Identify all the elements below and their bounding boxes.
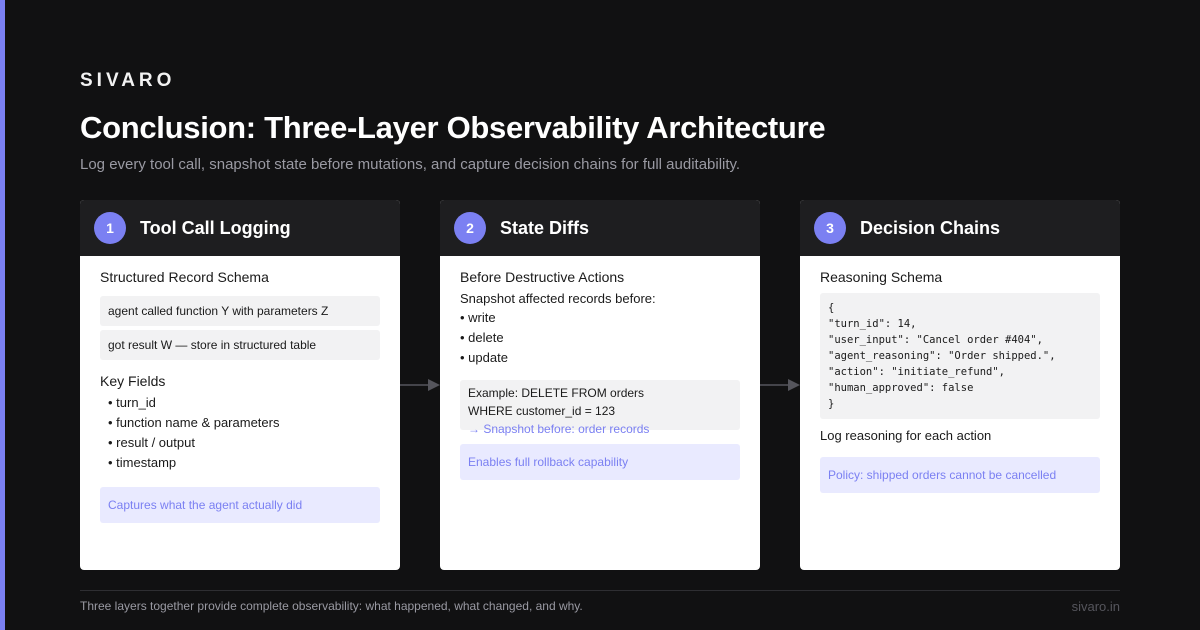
policy-note: Policy: shipped orders cannot be cancell… <box>820 457 1100 493</box>
summary-note: Captures what the agent actually did <box>100 487 380 523</box>
example-line: Example: DELETE FROM orders <box>468 386 645 400</box>
page-subtitle: Log every tool call, snapshot state befo… <box>80 156 741 173</box>
card-title: Decision Chains <box>860 217 1001 238</box>
accent-bar <box>0 0 5 630</box>
record-line: got result W — store in structured table <box>100 330 380 360</box>
list-item: • timestamp <box>108 455 177 470</box>
brand-logo: SIVARO <box>80 70 176 91</box>
card-header: 1 Tool Call Logging <box>80 200 400 256</box>
list-item: • update <box>460 350 508 365</box>
card-header: 3 Decision Chains <box>800 200 1120 256</box>
section-label: Before Destructive Actions <box>460 269 625 285</box>
example-line: WHERE customer_id = 123 <box>468 404 616 418</box>
list-item: • result / output <box>108 435 195 450</box>
step-number-badge: 3 <box>814 212 846 244</box>
section-label: Key Fields <box>100 373 166 389</box>
summary-note: Enables full rollback capability <box>460 444 740 480</box>
example-box: Example: DELETE FROM orders WHERE custom… <box>460 380 740 436</box>
list-item: • delete <box>460 330 504 345</box>
arrow-right-icon <box>400 379 440 391</box>
intro-text: Snapshot affected records before: <box>460 291 656 306</box>
step-number-badge: 1 <box>94 212 126 244</box>
list-item: • write <box>460 310 496 325</box>
card-tool-call-logging: 1 Tool Call Logging Structured Record Sc… <box>80 200 400 570</box>
card-title: Tool Call Logging <box>140 217 291 238</box>
record-line: agent called function Y with parameters … <box>100 296 380 326</box>
section-label: Log reasoning for each action <box>820 428 992 443</box>
section-label: Reasoning Schema <box>820 269 943 285</box>
footer-url: sivaro.in <box>1071 599 1120 614</box>
card-title: State Diffs <box>500 217 590 238</box>
list-item: • function name & parameters <box>108 415 280 430</box>
reasoning-schema-code: { "turn_id": 14, "user_input": "Cancel o… <box>820 293 1100 419</box>
card-header: 2 State Diffs <box>440 200 760 256</box>
card-decision-chains: 3 Decision Chains Reasoning Schema { "tu… <box>800 200 1120 570</box>
card-state-diffs: 2 State Diffs Before Destructive Actions… <box>440 200 760 570</box>
section-label: Structured Record Schema <box>100 269 269 285</box>
step-number-badge: 2 <box>454 212 486 244</box>
page-title: Conclusion: Three-Layer Observability Ar… <box>80 110 826 145</box>
arrow-right-icon <box>760 379 800 391</box>
list-item: • turn_id <box>108 395 156 410</box>
footer-text: Three layers together provide complete o… <box>80 599 583 613</box>
example-snapshot-line: → Snapshot before: order records <box>468 422 650 436</box>
footer-divider <box>80 590 1120 591</box>
